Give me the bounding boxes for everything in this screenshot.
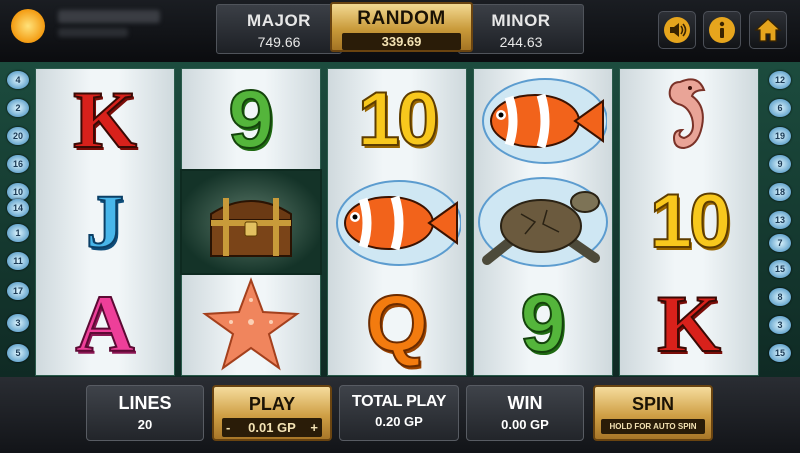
reel-2: 9 xyxy=(180,68,322,376)
blurred-brand-text xyxy=(58,10,160,23)
payline-badge[interactable]: 3 xyxy=(7,314,29,332)
treasure-chest-icon xyxy=(210,198,292,257)
reel-area: 4 2 20 16 10 14 1 11 17 3 5 K J A 9 10 Q… xyxy=(0,62,800,377)
reel-cell xyxy=(182,273,320,375)
payline-badge[interactable]: 7 xyxy=(769,234,791,252)
payline-badge[interactable]: 5 xyxy=(7,344,29,362)
home-icon xyxy=(754,18,782,42)
jackpot-minor: MINOR 244.63 xyxy=(458,4,584,54)
spin-hint: HOLD FOR AUTO SPIN xyxy=(601,419,705,434)
payline-indicators-right: 12 6 19 9 18 13 7 15 8 3 15 xyxy=(764,62,798,377)
lines-panel[interactable]: LINES 20 xyxy=(86,385,204,441)
reel-cell: 9 xyxy=(182,69,320,171)
payline-badge[interactable]: 9 xyxy=(769,155,791,173)
reel-cell xyxy=(474,171,612,273)
play-value: 0.01 GP xyxy=(248,420,296,435)
clownfish-icon xyxy=(482,78,607,164)
top-bar: MAJOR 749.66 RANDOM 339.69 MINOR 244.63 xyxy=(0,0,800,62)
sea-turtle-icon xyxy=(478,177,608,267)
seahorse-icon xyxy=(668,78,706,150)
reel-cell xyxy=(474,69,612,171)
payline-badge[interactable]: 19 xyxy=(769,127,791,145)
blurred-brand-subtext xyxy=(58,28,128,37)
jackpot-random-value: 339.69 xyxy=(342,33,461,50)
symbol-j: J xyxy=(85,180,125,264)
symbol-k: K xyxy=(656,278,722,369)
clownfish-icon xyxy=(336,180,461,266)
info-icon xyxy=(709,17,735,43)
jackpot-major: MAJOR 749.66 xyxy=(216,4,342,54)
win-panel: WIN 0.00 GP xyxy=(466,385,584,441)
payline-badge[interactable]: 16 xyxy=(7,155,29,173)
reel-cell xyxy=(328,171,466,273)
jackpot-major-label: MAJOR xyxy=(247,11,311,30)
jackpot-major-value: 749.66 xyxy=(257,34,301,50)
payline-badge[interactable]: 14 xyxy=(7,199,29,217)
jackpot-random-label: RANDOM xyxy=(357,8,446,29)
payline-badge[interactable]: 18 xyxy=(769,183,791,201)
reel-5: 10 K xyxy=(619,68,759,376)
symbol-10: 10 xyxy=(649,179,733,264)
payline-indicators-left: 4 2 20 16 10 14 1 11 17 3 5 xyxy=(2,62,36,377)
info-button[interactable] xyxy=(703,11,741,49)
lines-label: LINES xyxy=(118,393,172,413)
spin-label: SPIN xyxy=(631,394,674,414)
total-play-value: 0.20 GP xyxy=(375,414,423,429)
win-value: 0.00 GP xyxy=(501,417,549,432)
reel-cell: 10 xyxy=(328,69,466,171)
jackpot-random: RANDOM 339.69 xyxy=(330,2,473,52)
payline-badge[interactable]: 13 xyxy=(769,211,791,229)
play-value-box: - 0.01 GP + xyxy=(222,418,322,437)
reel-3: 10 Q xyxy=(327,68,467,376)
payline-badge[interactable]: 15 xyxy=(769,344,791,362)
win-label: WIN xyxy=(507,393,543,413)
symbol-k: K xyxy=(72,74,138,165)
reel-cell: J xyxy=(36,171,174,273)
payline-badge[interactable]: 2 xyxy=(7,99,29,117)
play-label: PLAY xyxy=(248,394,296,414)
reel-1: K J A xyxy=(35,68,175,376)
total-play-label: TOTAL PLAY xyxy=(351,393,447,410)
starfish-icon xyxy=(202,277,300,371)
payline-badge[interactable]: 6 xyxy=(769,99,791,117)
reel-cell: A xyxy=(36,273,174,375)
reel-4: 9 xyxy=(473,68,613,376)
symbol-10: 10 xyxy=(357,77,441,162)
control-bar: LINES 20 PLAY - 0.01 GP + TOTAL PLAY 0.2… xyxy=(0,377,800,453)
symbol-q: Q xyxy=(365,279,429,368)
total-play-panel: TOTAL PLAY 0.20 GP xyxy=(339,385,459,441)
home-button[interactable] xyxy=(749,11,787,49)
jackpot-minor-value: 244.63 xyxy=(499,34,543,50)
reel-cell: K xyxy=(36,69,174,171)
symbol-9: 9 xyxy=(519,278,567,369)
spin-button[interactable]: SPIN HOLD FOR AUTO SPIN xyxy=(593,385,713,441)
payline-badge[interactable]: 20 xyxy=(7,127,29,145)
payline-badge[interactable]: 8 xyxy=(769,288,791,306)
payline-badge[interactable]: 4 xyxy=(7,71,29,89)
reel-cell: Q xyxy=(328,273,466,375)
speaker-icon xyxy=(664,17,690,43)
payline-badge[interactable]: 1 xyxy=(7,224,29,242)
reel-cell: 10 xyxy=(620,171,758,273)
payline-badge[interactable]: 15 xyxy=(769,260,791,278)
increase-bet-button[interactable]: + xyxy=(310,420,318,435)
decrease-bet-button[interactable]: - xyxy=(226,420,230,435)
symbol-9: 9 xyxy=(227,74,275,165)
lines-value: 20 xyxy=(137,417,153,432)
sound-button[interactable] xyxy=(658,11,696,49)
payline-badge[interactable]: 17 xyxy=(7,282,29,300)
payline-badge[interactable]: 12 xyxy=(769,71,791,89)
jackpot-minor-label: MINOR xyxy=(491,11,551,30)
reel-cell xyxy=(620,69,758,171)
symbol-a: A xyxy=(74,278,135,369)
reel-cell xyxy=(180,169,322,275)
payline-badge[interactable]: 11 xyxy=(7,252,29,270)
reel-cell: 9 xyxy=(474,273,612,375)
sun-logo-icon xyxy=(11,9,45,43)
play-bet-panel: PLAY - 0.01 GP + xyxy=(212,385,332,441)
reel-cell: K xyxy=(620,273,758,375)
payline-badge[interactable]: 3 xyxy=(769,316,791,334)
